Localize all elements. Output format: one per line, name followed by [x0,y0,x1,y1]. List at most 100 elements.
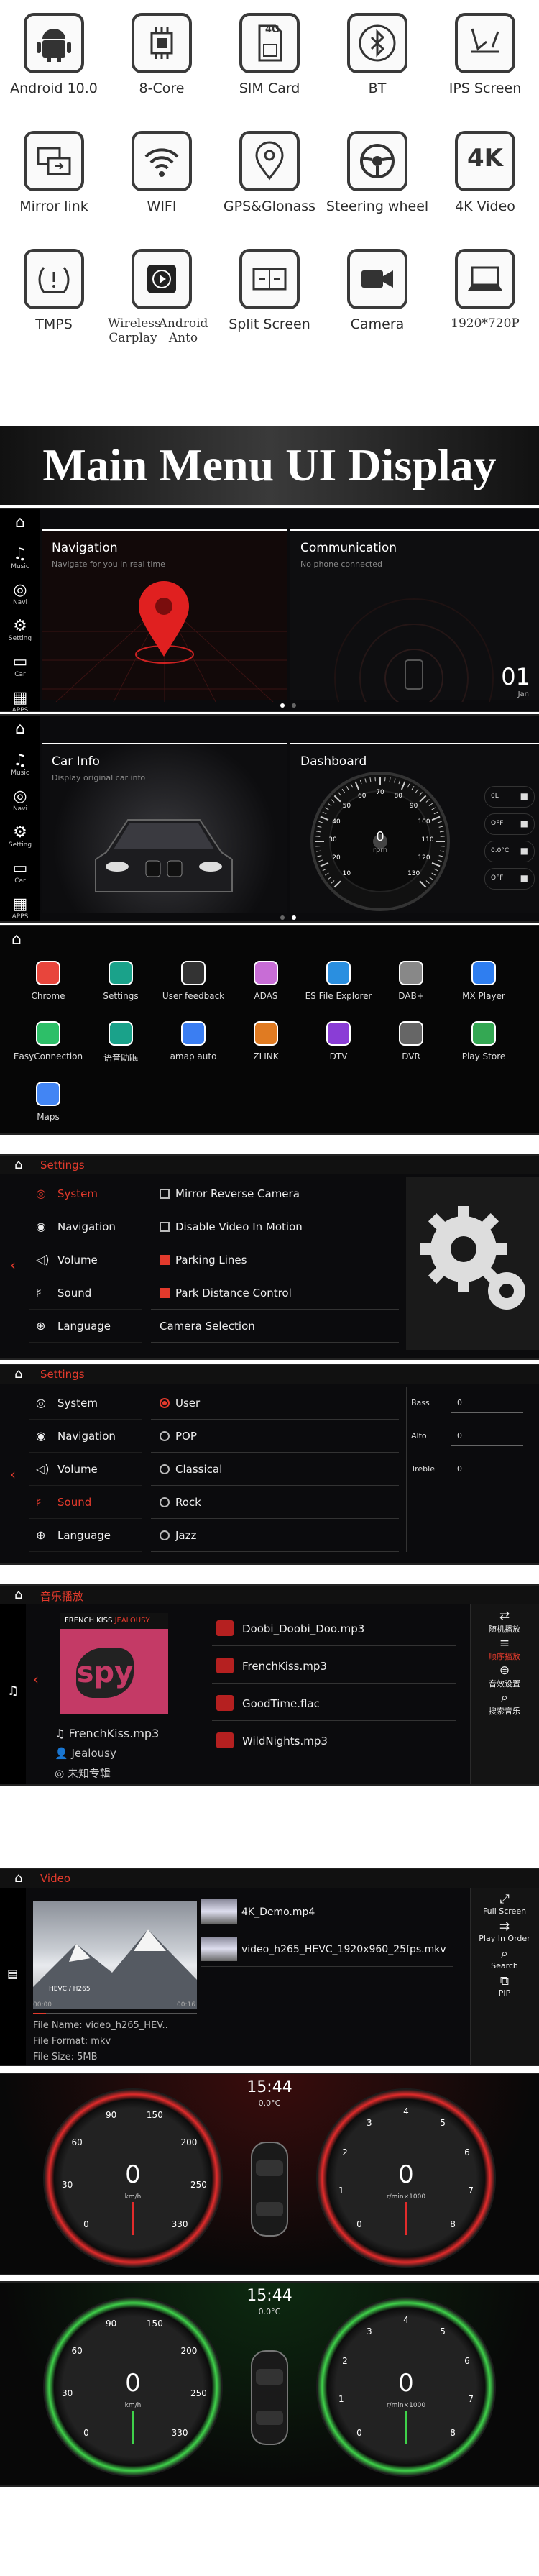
settings-menu-sound[interactable]: ♯ Sound [29,1486,142,1519]
eq-slider[interactable] [451,1412,523,1413]
eq-slider[interactable] [451,1445,523,1446]
radio-button[interactable] [160,1398,170,1408]
sound-preset[interactable]: Jazz [151,1519,399,1552]
music-control-button[interactable]: ⇄ 随机播放 [470,1609,539,1635]
settings-option[interactable]: Camera Selection [151,1310,399,1343]
sidebar-navi-label: Navi [12,599,28,606]
radio-button[interactable] [160,1464,170,1474]
home-icon[interactable]: ⌂ [14,1157,22,1172]
video-control-button[interactable]: ⧉ PIP [470,1974,539,1998]
music-note-icon[interactable]: ♫ [7,1684,19,1699]
app-1[interactable]: Settings [85,961,157,1001]
sidebar-item-car[interactable]: ▭ Car [0,653,40,689]
sidebar-item-setting[interactable]: ⚙ Setting [0,823,40,859]
page-dot[interactable] [280,915,285,920]
dashboard-card[interactable]: Dashboard 10 20 30 40 50 60 70 80 90 100 110 120 130… [290,743,539,913]
settings-option[interactable]: Park Distance Control [151,1276,399,1310]
app-3[interactable]: ADAS [230,961,302,1001]
radio-button[interactable] [160,1497,170,1507]
eq-band[interactable]: Alto 0 [411,1427,533,1456]
sidebar-item-apps[interactable]: ▦ APPS [0,689,40,711]
settings-option[interactable]: Parking Lines [151,1243,399,1276]
eq-band[interactable]: Treble 0 [411,1460,533,1489]
app-9[interactable]: amap auto [157,1021,229,1061]
track-row[interactable]: WildNights.mp3 [212,1724,456,1758]
track-row[interactable]: FrenchKiss.mp3 [212,1649,456,1684]
settings-menu-sound[interactable]: ♯ Sound [29,1276,142,1310]
home-icon[interactable]: ⌂ [14,1587,22,1602]
music-control-button[interactable]: ⌕ 搜索音乐 [470,1691,539,1717]
music-control-button[interactable]: ≡ 顺序播放 [470,1636,539,1662]
video-file-row[interactable]: 4K_Demo.mp4 [201,1895,453,1929]
settings-menu-navigation[interactable]: ◉ Navigation [29,1420,142,1453]
indicator-temperature: 0.0°C ■ [484,841,535,862]
app-0[interactable]: Chrome [12,961,84,1001]
rpm-tick-label: 6 [464,2355,470,2366]
page-dot-active[interactable] [280,703,285,708]
back-arrow-icon[interactable]: ‹ [10,1466,16,1483]
sidebar-item-navi[interactable]: ◎ Navi [0,787,40,823]
sound-preset[interactable]: User [151,1387,399,1420]
communication-card[interactable]: Communication No phone connected 01 Jan [290,529,539,702]
app-7[interactable]: EasyConnection [12,1021,84,1061]
app-4[interactable]: ES File Explorer [303,961,374,1001]
settings-option[interactable]: Mirror Reverse Camera [151,1177,399,1210]
settings-menu-language[interactable]: ⊕ Language [29,1310,142,1343]
checkbox[interactable] [160,1222,170,1232]
app-8[interactable]: 语音助眠 [85,1021,157,1064]
app-2[interactable]: User feedback [157,961,229,1001]
sidebar-item-setting[interactable]: ⚙ Setting [0,617,40,653]
app-10[interactable]: ZLINK [230,1021,302,1061]
settings-menu-system[interactable]: ◎ System [29,1177,142,1210]
sidebar-item-navi[interactable]: ◎ Navi [0,581,40,617]
video-control-button[interactable]: ⤢ Full Screen [470,1892,539,1916]
sound-preset[interactable]: POP [151,1420,399,1453]
video-file-row[interactable]: video_h265_HEVC_1920x960_25fps.mkv [201,1932,453,1967]
settings-menu-volume[interactable]: ◁) Volume [29,1453,142,1486]
speed-tick-label: 150 [146,2110,163,2121]
home-icon[interactable]: ⌂ [14,1871,22,1886]
track-row[interactable]: GoodTime.flac [212,1686,456,1721]
app-12[interactable]: DVR [375,1021,447,1061]
sound-preset[interactable]: Classical [151,1453,399,1486]
sound-preset[interactable]: Rock [151,1486,399,1519]
sidebar-item-music[interactable]: ♫ Music [0,545,40,581]
back-arrow-icon[interactable]: ‹ [10,1256,16,1274]
app-6[interactable]: MX Player [448,961,520,1001]
track-row[interactable]: Doobi_Doobi_Doo.mp3 [212,1612,456,1646]
eq-band[interactable]: Bass 0 [411,1394,533,1422]
app-13[interactable]: Play Store [448,1021,520,1061]
music-control-button[interactable]: ⊜ 音效设置 [470,1663,539,1689]
video-control-button[interactable]: ⌕ Search [470,1947,539,1970]
settings-option[interactable]: Disable Video In Motion [151,1210,399,1243]
page-dot[interactable] [292,703,296,708]
sidebar-item-music[interactable]: ♫ Music [0,752,40,787]
home-icon[interactable]: ⌂ [14,1366,22,1381]
settings-menu-language[interactable]: ⊕ Language [29,1519,142,1552]
checkbox[interactable] [160,1288,170,1298]
back-arrow-icon[interactable]: ‹ [33,1671,39,1688]
app-5[interactable]: DAB+ [375,961,447,1001]
navigation-card[interactable]: Navigation Navigate for you in real time [42,529,287,702]
home-icon[interactable]: ⌂ [0,509,40,545]
settings-menu-volume[interactable]: ◁) Volume [29,1243,142,1276]
app-14[interactable]: Maps [12,1082,84,1122]
page-dot-active[interactable] [292,915,296,920]
sidebar-item-car[interactable]: ▭ Car [0,859,40,895]
radio-button[interactable] [160,1530,170,1540]
app-11[interactable]: DTV [303,1021,374,1061]
settings-menu-navigation[interactable]: ◉ Navigation [29,1210,142,1243]
checkbox[interactable] [160,1189,170,1199]
album-name: 未知专辑 [67,1767,111,1780]
progress-track[interactable] [33,2013,197,2014]
video-thumbnail[interactable]: HEVC / H265 [33,1901,197,2009]
home-icon[interactable]: ⌂ [11,931,22,949]
checkbox[interactable] [160,1255,170,1265]
home-icon[interactable]: ⌂ [0,716,40,752]
sidebar-item-apps[interactable]: ▦ APPS [0,895,40,921]
video-control-button[interactable]: ⇉ Play In Order [470,1919,539,1943]
settings-menu-system[interactable]: ◎ System [29,1387,142,1420]
file-icon[interactable]: ▤ [7,1967,18,1981]
radio-button[interactable] [160,1431,170,1441]
car-info-card[interactable]: Car Info Display original car info [42,743,287,913]
